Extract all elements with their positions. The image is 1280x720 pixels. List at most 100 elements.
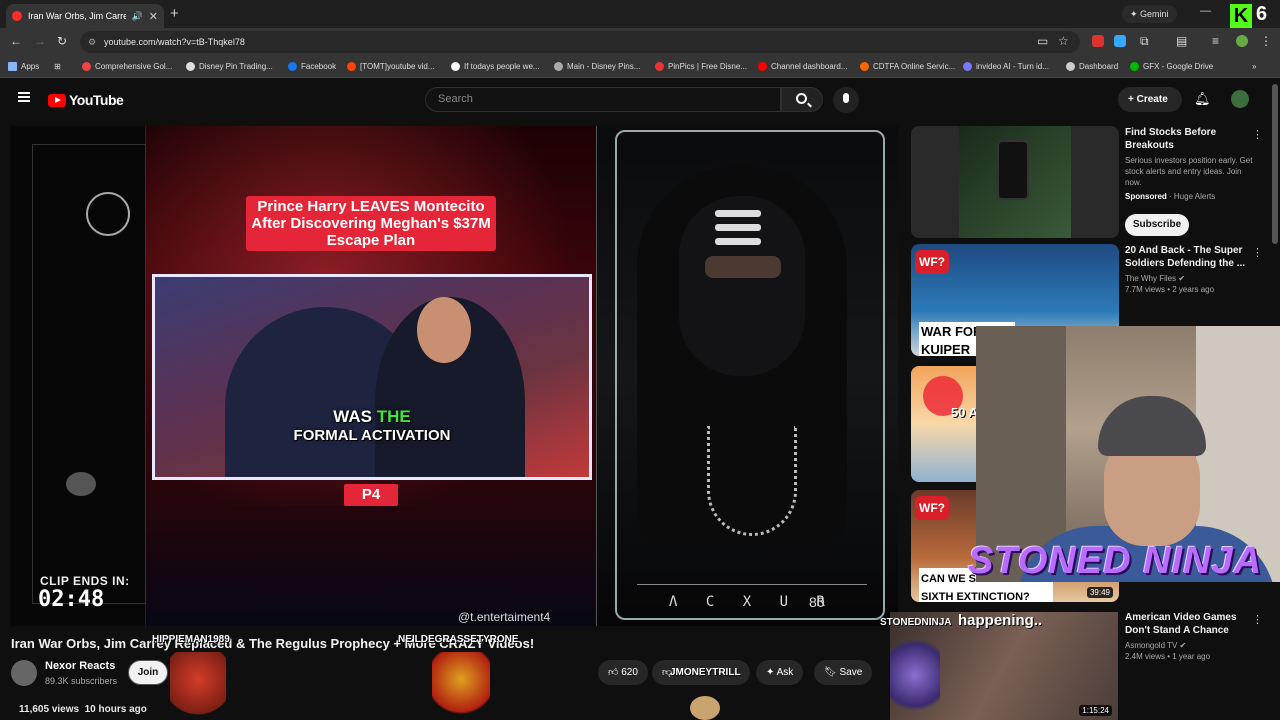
bookmark-label: Apps: [21, 62, 40, 71]
video-duration: 1:15:24: [1079, 705, 1112, 716]
hamburger-menu-icon[interactable]: [18, 92, 30, 102]
chat-message-overlay: happening..: [958, 612, 1043, 629]
related-channel: The Why Files ✔: [1125, 274, 1186, 283]
bookmark-item[interactable]: invideo AI - Turn id...: [963, 62, 1049, 71]
account-avatar[interactable]: [1231, 90, 1249, 108]
youtube-play-icon: [48, 93, 66, 107]
mask-stripe: [715, 224, 761, 231]
save-button[interactable]: 🔖︎ Save: [814, 660, 873, 685]
ski-mask: [679, 196, 805, 376]
bookmark-label: PinPics | Free Disne...: [668, 62, 747, 71]
install-icon[interactable]: ▭: [1037, 34, 1048, 48]
streamer-beanie: [1098, 396, 1206, 456]
profile-icon[interactable]: [1236, 35, 1248, 47]
address-bar[interactable]: ⚙ youtube.com/watch?v=tB-Thqkel78: [80, 31, 1080, 53]
mask-eyes: [705, 256, 781, 278]
notifications-bell-icon[interactable]: 🔔︎: [1194, 91, 1211, 107]
minimize-icon[interactable]: —: [1200, 5, 1211, 17]
back-icon[interactable]: ←: [10, 34, 22, 48]
bookmark-label: If todays people we...: [464, 62, 540, 71]
speaker-icon[interactable]: 🔊: [132, 11, 143, 22]
knuckles-sprite-icon: [170, 652, 226, 720]
bookmark-label: invideo AI - Turn id...: [976, 62, 1049, 71]
channel-avatar[interactable]: [11, 660, 37, 686]
url-text: youtube.com/watch?v=tB-Thqkel78: [104, 37, 245, 47]
browser-tab[interactable]: Iran War Orbs, Jim Carrey 🔊 ✕: [6, 4, 164, 28]
ad-thumbnail[interactable]: [911, 126, 1119, 238]
extension-icon[interactable]: [1092, 35, 1104, 47]
clip-ends-label: CLIP ENDS IN:: [40, 574, 130, 588]
search-button[interactable]: [781, 87, 823, 112]
bookmarks-bar: Apps ⊞ Comprehensive Gol... Disney Pin T…: [0, 56, 1280, 78]
bookmark-favicon-icon: [554, 62, 563, 71]
bookmark-item[interactable]: Channel dashboard...: [758, 62, 848, 71]
extensions-puzzle-icon[interactable]: ⧉: [1140, 34, 1149, 49]
masked-figure-panel: Λ C X U R 80: [596, 126, 898, 626]
address-toolbar: ← → ↻ ⚙ youtube.com/watch?v=tB-Thqkel78 …: [0, 28, 1280, 56]
clip-caption: WAS THE FORMAL ACTIVATION: [155, 407, 589, 445]
bookmark-item[interactable]: Comprehensive Gol...: [82, 62, 172, 71]
bookmark-apps[interactable]: Apps: [8, 62, 39, 71]
new-tab-button[interactable]: +: [170, 5, 179, 22]
related-menu-icon[interactable]: ⋮: [1252, 613, 1263, 626]
bookmark-item[interactable]: PinPics | Free Disne...: [655, 62, 747, 71]
tab-close-icon[interactable]: ✕: [149, 10, 158, 23]
like-button[interactable]: 👍︎ 620: [598, 660, 648, 685]
forward-icon[interactable]: →: [34, 34, 46, 48]
bookmark-item[interactable]: Facebook: [288, 62, 336, 71]
chat-name-overlay: JMONEYTRILL: [670, 667, 741, 678]
bookmark-item[interactable]: If todays people we...: [451, 62, 540, 71]
sidebar-icon[interactable]: ▤: [1176, 34, 1187, 48]
page-scrollbar[interactable]: [1272, 84, 1278, 244]
related-menu-icon[interactable]: ⋮: [1252, 246, 1263, 259]
bookmark-item[interactable]: Disney Pin Trading...: [186, 62, 273, 71]
ad-info[interactable]: Find Stocks Before Breakouts Serious inv…: [1125, 126, 1253, 202]
site-info-icon[interactable]: ⚙: [88, 31, 96, 53]
channel-badge: WF?: [915, 250, 949, 274]
part-tag: P4: [344, 484, 398, 506]
gemini-button[interactable]: ✦ Gemini: [1122, 5, 1177, 23]
view-count: 11,605 views: [19, 704, 80, 715]
reload-icon[interactable]: ↻: [57, 34, 67, 48]
ad-subscribe-button[interactable]: Subscribe: [1125, 214, 1189, 236]
video-player[interactable]: CLIP ENDS IN: 02:48 Prince Harry LEAVES …: [10, 126, 898, 626]
search-input[interactable]: Search: [425, 87, 781, 112]
bookmarks-overflow-icon[interactable]: »: [1252, 62, 1256, 71]
sparkle-icon: ✦: [766, 667, 777, 678]
google-drive-icon: [1130, 62, 1139, 71]
youtube-header: YouTube Search + Create 🔔︎: [0, 78, 1280, 120]
voice-search-mic-icon[interactable]: [833, 87, 859, 113]
related-info[interactable]: 20 And Back - The Super Soldiers Defendi…: [1125, 244, 1253, 295]
youtube-logo-text: YouTube: [69, 92, 124, 108]
channel-name[interactable]: Nexor Reacts: [45, 660, 115, 672]
bookmark-item[interactable]: CDTFA Online Servic...: [860, 62, 955, 71]
chat-name-overlay: STONEDNINJA: [880, 617, 952, 628]
bookmark-label: Comprehensive Gol...: [95, 62, 173, 71]
extension-icon[interactable]: [1114, 35, 1126, 47]
create-button[interactable]: + Create: [1118, 87, 1182, 112]
bookmark-favicon-icon: [655, 62, 664, 71]
youtube-logo[interactable]: YouTube: [48, 92, 124, 108]
brand-number: 80: [809, 594, 825, 610]
bookmark-label: Main - Disney Pins...: [567, 62, 641, 71]
join-button[interactable]: Join: [128, 660, 168, 685]
ad-menu-icon[interactable]: ⋮: [1252, 128, 1263, 141]
bookmark-star-icon[interactable]: ☆: [1058, 34, 1069, 48]
related-title: 20 And Back - The Super Soldiers Defendi…: [1125, 245, 1246, 269]
character-sprite-icon: [890, 630, 940, 720]
bookmark-item[interactable]: Main - Disney Pins...: [554, 62, 640, 71]
bookmark-grid[interactable]: ⊞: [54, 62, 61, 71]
bookmark-label: Disney Pin Trading...: [199, 62, 273, 71]
ask-button[interactable]: ✦ Ask: [756, 660, 804, 685]
bookmark-item[interactable]: GFX - Google Drive: [1130, 62, 1213, 71]
bookmark-item[interactable]: [TOMT]youtube vid...: [347, 62, 435, 71]
related-info[interactable]: American Video Games Don't Stand A Chanc…: [1125, 611, 1253, 662]
menu-kebab-icon[interactable]: ⋮: [1260, 34, 1272, 48]
chain-necklace: [707, 426, 797, 536]
caption-highlight: THE: [376, 407, 411, 426]
save-label: Save: [839, 667, 863, 678]
like-count: 620: [621, 667, 638, 678]
bookmark-item[interactable]: Dashboard: [1066, 62, 1118, 71]
kick-count: 6: [1256, 3, 1268, 25]
media-controls-icon[interactable]: ≡: [1212, 34, 1219, 48]
